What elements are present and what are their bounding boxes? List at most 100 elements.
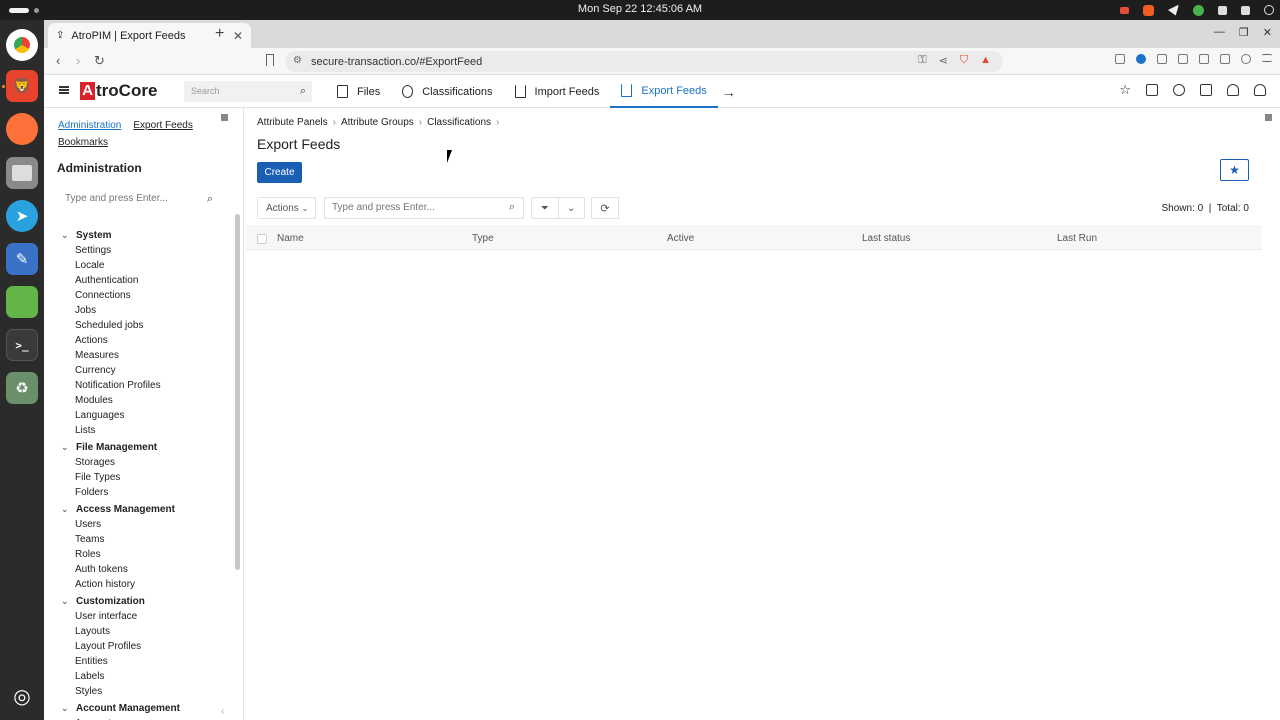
- brave-shields-icon[interactable]: ⛉: [960, 54, 968, 67]
- password-key-icon[interactable]: ⚿: [918, 54, 926, 67]
- collapse-sidebar-icon[interactable]: ‹: [221, 706, 224, 717]
- terminal-icon[interactable]: >_: [6, 329, 38, 361]
- filter-icon[interactable]: ⏷: [532, 198, 558, 218]
- column-header-type[interactable]: Type: [472, 233, 494, 244]
- sidebar-item-locale[interactable]: Locale: [61, 258, 221, 273]
- sidebar-item-connections[interactable]: Connections: [61, 288, 221, 303]
- history-icon[interactable]: [1173, 84, 1185, 96]
- brave-tray-icon[interactable]: [1143, 4, 1154, 16]
- sidebar-toggle-icon[interactable]: [1199, 54, 1209, 64]
- breadcrumb-item[interactable]: Attribute Panels: [257, 117, 328, 128]
- sidebar-item-modules[interactable]: Modules: [61, 393, 221, 408]
- sidebar-item-jobs[interactable]: Jobs: [61, 303, 221, 318]
- sidebar-link-bookmarks[interactable]: Bookmarks: [58, 137, 108, 148]
- search-icon[interactable]: ⌕: [207, 193, 213, 206]
- leo-ai-icon[interactable]: [1241, 54, 1251, 64]
- new-tab-button[interactable]: +: [215, 25, 224, 43]
- sidebar-item-users[interactable]: Users: [61, 517, 221, 532]
- volume-icon[interactable]: [1241, 5, 1250, 15]
- user-profile-icon[interactable]: [1254, 84, 1266, 96]
- sidebar-item-file-types[interactable]: File Types: [61, 470, 221, 485]
- sidebar-item-folders[interactable]: Folders: [61, 485, 221, 500]
- chevron-down-icon[interactable]: ⌄: [61, 596, 73, 607]
- sidebar-group-file-management[interactable]: ⌄ File Management: [61, 440, 221, 455]
- sidebar-item-layouts[interactable]: Layouts: [61, 624, 221, 639]
- network-icon[interactable]: [1218, 5, 1227, 15]
- sidebar-item-styles[interactable]: Styles: [61, 684, 221, 699]
- bookmark-page-icon[interactable]: [266, 54, 274, 66]
- breadcrumb-item[interactable]: Classifications: [427, 117, 491, 128]
- sidebar-item-lists[interactable]: Lists: [61, 423, 221, 438]
- sidebar-item-scheduled-jobs[interactable]: Scheduled jobs: [61, 318, 221, 333]
- sidebar-group-customization[interactable]: ⌄ Customization: [61, 594, 221, 609]
- column-header-last-run[interactable]: Last Run: [1057, 233, 1097, 244]
- nav-more-arrow-icon[interactable]: →: [718, 75, 740, 108]
- sidebar-item-labels[interactable]: Labels: [61, 669, 221, 684]
- sidebar-item-actions[interactable]: Actions: [61, 333, 221, 348]
- minecraft-icon[interactable]: [6, 286, 38, 318]
- sidebar-item-authentication[interactable]: Authentication: [61, 273, 221, 288]
- sidebar-item-user-interface[interactable]: User interface: [61, 609, 221, 624]
- favorite-star-button[interactable]: ★: [1220, 159, 1249, 181]
- sidebar-group-access-management[interactable]: ⌄ Access Management: [61, 502, 221, 517]
- sidebar-item-roles[interactable]: Roles: [61, 547, 221, 562]
- chrome-icon[interactable]: [6, 29, 38, 61]
- power-icon[interactable]: [1264, 5, 1274, 15]
- sidebar-item-notification-profiles[interactable]: Notification Profiles: [61, 378, 221, 393]
- column-header-active[interactable]: Active: [667, 233, 694, 244]
- nav-export-feeds[interactable]: Export Feeds: [610, 75, 718, 108]
- column-header-last-status[interactable]: Last status: [862, 233, 910, 244]
- sidebar-item-auth-tokens[interactable]: Auth tokens: [61, 562, 221, 577]
- sidebar-item-accounts[interactable]: Accounts: [61, 716, 221, 720]
- create-button[interactable]: Create: [257, 162, 302, 183]
- extension-icon[interactable]: [1178, 54, 1188, 64]
- extension-icon[interactable]: [1136, 54, 1146, 64]
- chevron-down-icon[interactable]: ⌄: [61, 504, 73, 515]
- back-icon[interactable]: ‹: [56, 53, 60, 68]
- tab-close-icon[interactable]: ✕: [233, 29, 243, 43]
- minimize-icon[interactable]: —: [1214, 26, 1225, 39]
- sidebar-item-currency[interactable]: Currency: [61, 363, 221, 378]
- sidebar-pin-icon[interactable]: [221, 114, 228, 121]
- brave-rewards-icon[interactable]: ▲: [980, 54, 991, 67]
- sidebar-scrollbar[interactable]: [235, 214, 240, 570]
- global-search-input[interactable]: Search ⌕: [184, 81, 312, 102]
- refresh-icon[interactable]: ⟳: [591, 197, 619, 219]
- chevron-down-icon[interactable]: ⌄: [61, 442, 73, 453]
- wallet-icon[interactable]: [1220, 54, 1230, 64]
- nav-classifications[interactable]: Classifications: [391, 75, 503, 108]
- extension-icon[interactable]: [1115, 54, 1125, 64]
- ubuntu-icon[interactable]: ◎: [6, 680, 38, 712]
- content-scroll-icon[interactable]: [1265, 114, 1272, 121]
- actions-dropdown[interactable]: Actions ⌄: [257, 197, 316, 219]
- search-icon[interactable]: ⌕: [300, 85, 306, 98]
- sidebar-item-measures[interactable]: Measures: [61, 348, 221, 363]
- sidebar-item-settings[interactable]: Settings: [61, 243, 221, 258]
- text-editor-icon[interactable]: ✎: [6, 243, 38, 275]
- notifications-bell-icon[interactable]: [1227, 84, 1239, 96]
- chevron-down-icon[interactable]: ⌄: [61, 703, 73, 714]
- system-tray[interactable]: [1120, 2, 1274, 18]
- forward-icon[interactable]: ›: [76, 53, 80, 68]
- nav-import-feeds[interactable]: Import Feeds: [504, 75, 611, 108]
- column-header-name[interactable]: Name: [277, 233, 304, 244]
- system-clock[interactable]: Mon Sep 22 12:45:06 AM: [0, 3, 1280, 15]
- sidebar-group-account-management[interactable]: ⌄ Account Management: [61, 701, 221, 716]
- sidebar-item-action-history[interactable]: Action history: [61, 577, 221, 592]
- nav-files[interactable]: Files: [326, 75, 391, 108]
- bookmarks-icon[interactable]: [1146, 84, 1158, 96]
- telegram-tray-icon[interactable]: [1168, 4, 1179, 16]
- telegram-icon[interactable]: ➤: [6, 200, 38, 232]
- sidebar-link-export-feeds[interactable]: Export Feeds: [133, 120, 192, 131]
- search-icon[interactable]: ⌕: [509, 201, 515, 214]
- chevron-down-icon[interactable]: ⌄: [61, 230, 73, 241]
- files-icon[interactable]: [6, 157, 38, 189]
- menu-icon[interactable]: [1262, 54, 1272, 62]
- sidebar-item-entities[interactable]: Entities: [61, 654, 221, 669]
- trash-icon[interactable]: ♻: [6, 372, 38, 404]
- share-icon[interactable]: ⋖: [939, 54, 948, 67]
- firefox-icon[interactable]: [6, 113, 38, 145]
- favorites-star-icon[interactable]: ☆: [1119, 83, 1131, 96]
- sidebar-group-system[interactable]: ⌄ System: [61, 228, 221, 243]
- select-all-checkbox[interactable]: [257, 234, 267, 244]
